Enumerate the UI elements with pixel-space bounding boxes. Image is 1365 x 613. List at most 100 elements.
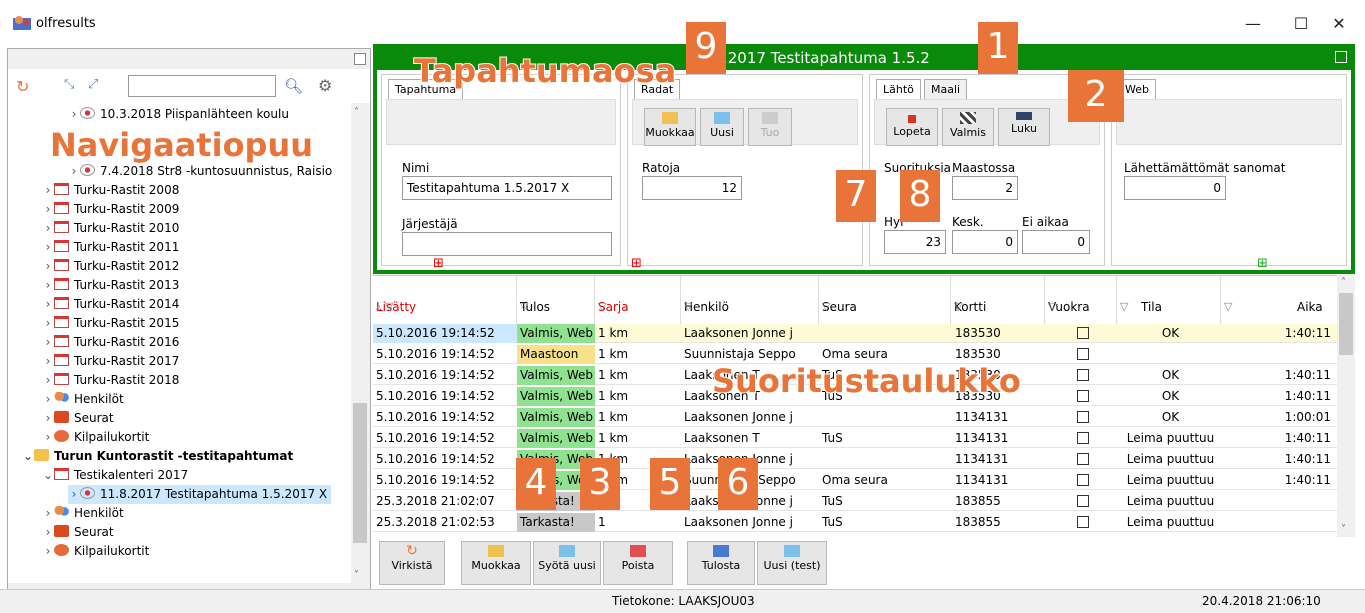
tuo-button[interactable]: Tuo [748, 108, 792, 146]
tulosta-button[interactable]: Tulosta [687, 541, 755, 585]
filter-icon[interactable]: ▵ ▽ [376, 300, 513, 313]
tree-item[interactable]: › Turku-Rastit 2013 [42, 276, 179, 295]
vuokra-checkbox[interactable] [1076, 432, 1089, 444]
ratoja-field[interactable]: 12 [642, 176, 742, 200]
tree-item[interactable]: › Henkilöt [42, 390, 124, 409]
scroll-thumb[interactable] [1339, 293, 1353, 355]
vuokra-checkbox[interactable] [1076, 327, 1089, 339]
uusi-rata-button[interactable]: Uusi [700, 108, 744, 146]
collapse-pane-icon[interactable] [354, 53, 366, 65]
filter-icon[interactable]: ▽ [1120, 300, 1217, 313]
grid-vertical-scrollbar[interactable]: ˄ ˅ [1337, 275, 1355, 537]
table-row[interactable]: 5.10.2016 19:14:52Valmis, Web1 kmLaakson… [373, 408, 1337, 427]
column-header-henkilo[interactable]: Henkilö ▽ [681, 276, 819, 324]
tree-item[interactable]: › Turku-Rastit 2012 [42, 257, 179, 276]
luku-button[interactable]: Luku [998, 108, 1050, 146]
tree-item-selected[interactable]: › 11.8.2017 Testitapahtuma 1.5.2017 X [68, 485, 332, 504]
vuokra-checkbox[interactable] [1076, 369, 1089, 381]
collapse-all-icon[interactable]: ⤡ [64, 77, 74, 92]
tree-item[interactable]: › Seurat [42, 409, 114, 428]
tree-item[interactable]: ⌄ Testikalenteri 2017 [42, 466, 188, 485]
minimize-button[interactable]: — [1229, 8, 1277, 40]
cell-lisatty: 5.10.2016 19:14:52 [376, 389, 495, 403]
column-header-lisatty[interactable]: Lisätty ⊞ ▵ ▽ [373, 256, 517, 324]
refresh-icon[interactable]: ↻ [16, 77, 29, 96]
column-header-tulos[interactable]: Tulos ▽ [517, 276, 595, 324]
scroll-up-icon[interactable]: ˄ [1341, 277, 1346, 288]
muokkaa-button[interactable]: Muokkaa [461, 541, 531, 585]
virkista-button[interactable]: ↻ Virkistä [379, 541, 445, 585]
tree-item[interactable]: › 10.3.2018 Piispanlähteen koulu [68, 105, 289, 124]
filter-icon[interactable]: ▽ [598, 300, 677, 313]
scroll-thumb[interactable] [353, 403, 367, 543]
jarjestaja-field[interactable] [402, 232, 612, 256]
vuokra-checkbox[interactable] [1076, 348, 1089, 360]
gear-icon[interactable]: ⚙ [318, 76, 332, 95]
filter-icon[interactable]: ▽ [1224, 300, 1334, 313]
tree-item[interactable]: › Kilpailukortit [42, 428, 149, 447]
scroll-up-icon[interactable]: ˄ [354, 107, 359, 118]
tree-item[interactable]: › Turku-Rastit 2016 [42, 333, 179, 352]
tree-item[interactable]: › Turku-Rastit 2010 [42, 219, 179, 238]
tree-item[interactable]: › Turku-Rastit 2008 [42, 181, 179, 200]
tree-item[interactable]: › Turku-Rastit 2014 [42, 295, 179, 314]
close-button[interactable]: ✕ [1315, 8, 1363, 40]
tree-item[interactable]: › Turku-Rastit 2017 [42, 352, 179, 371]
tree-item[interactable]: › Turku-Rastit 2009 [42, 200, 179, 219]
table-row[interactable]: 5.10.2016 19:14:52Valmis, Web1 kmLaakson… [373, 429, 1337, 448]
scroll-down-icon[interactable]: ˅ [354, 570, 359, 581]
uusi-test-button[interactable]: Uusi (test) [757, 541, 827, 585]
tree-item[interactable]: › 7.4.2018 Str8 -kuntosuunnistus, Raisio [68, 162, 332, 181]
kesk-field[interactable]: 0 [952, 230, 1018, 254]
ei-aikaa-field[interactable]: 0 [1022, 230, 1090, 254]
column-header-vuokra[interactable]: Vuokra ▽ [1045, 276, 1117, 324]
column-header-tila[interactable]: Tila ▽ [1117, 276, 1221, 324]
poista-button[interactable]: Poista [603, 541, 673, 585]
scroll-down-icon[interactable]: ˅ [1341, 524, 1346, 535]
filter-icon[interactable]: ▽ [520, 300, 591, 313]
vuokra-checkbox[interactable] [1076, 411, 1089, 423]
add-column-icon[interactable]: ⊞ [433, 256, 444, 271]
filter-icon[interactable]: ▽ [954, 300, 1041, 313]
muokkaa-radat-button[interactable]: Muokkaa [644, 108, 696, 146]
vuokra-checkbox[interactable] [1076, 453, 1089, 465]
vuokra-checkbox[interactable] [1076, 516, 1089, 528]
add-column-icon[interactable]: ⊞ [1257, 256, 1268, 271]
tree-vertical-scrollbar[interactable]: ˄ ˅ [351, 103, 370, 583]
search-icon[interactable]: 🔍︎ [284, 77, 303, 95]
tree-item[interactable]: › Kilpailukortit [42, 542, 149, 561]
filter-icon[interactable]: ▽ [1048, 300, 1113, 313]
maastossa-field[interactable]: 2 [952, 176, 1018, 200]
syota-uusi-button[interactable]: Syötä uusi [533, 541, 601, 585]
cell-aika: 1:40:11 [1284, 389, 1331, 403]
column-header-aika[interactable]: Aika ⊞ ▽ [1221, 256, 1337, 324]
column-header-kortti[interactable]: Kortti ▽ [951, 276, 1045, 324]
add-column-icon[interactable]: ⊞ [631, 256, 642, 271]
nimi-field[interactable]: Testitapahtuma 1.5.2017 X [402, 176, 612, 200]
nav-toolbar: ↻ ⤡ ⤢ 🔍︎ ⚙ [8, 71, 370, 103]
column-header-seura[interactable]: Seura ▽ [819, 276, 951, 324]
tab-lahto[interactable]: Lähtö [876, 79, 921, 99]
vuokra-checkbox[interactable] [1076, 390, 1089, 402]
tree-search-input[interactable] [128, 75, 276, 97]
tree-item[interactable]: › Turku-Rastit 2011 [42, 238, 179, 257]
collapse-pane-icon[interactable] [1335, 51, 1347, 63]
valmis-button[interactable]: Valmis [942, 108, 994, 146]
vuokra-checkbox[interactable] [1076, 474, 1089, 486]
tree-item[interactable]: ⌄ Turun Kuntorastit -testitapahtumat [22, 447, 293, 466]
table-row[interactable]: 25.3.2018 21:02:53 Tarkasta! 1 Laaksonen Jo… [373, 513, 1337, 532]
filter-icon[interactable]: ▽ [684, 300, 815, 313]
filter-icon[interactable]: ▽ [822, 300, 947, 313]
tab-maali[interactable]: Maali [924, 79, 968, 99]
vuokra-checkbox[interactable] [1076, 495, 1089, 507]
tree-item[interactable]: › Turku-Rastit 2018 [42, 371, 179, 390]
hylatty-field[interactable]: 23 [884, 230, 946, 254]
column-header-sarja[interactable]: Sarja ⊞ ▽ [595, 256, 681, 324]
lahettamattomat-field[interactable]: 0 [1124, 176, 1226, 200]
expand-all-icon[interactable]: ⤢ [88, 77, 98, 92]
lopeta-button[interactable]: Lopeta [886, 108, 938, 146]
tree-item[interactable]: › Seurat [42, 523, 114, 542]
tree-item[interactable]: › Henkilöt [42, 504, 124, 523]
table-row[interactable]: 5.10.2016 19:14:52Valmis, Web1 kmLaakson… [373, 324, 1337, 343]
tree-item[interactable]: › Turku-Rastit 2015 [42, 314, 179, 333]
